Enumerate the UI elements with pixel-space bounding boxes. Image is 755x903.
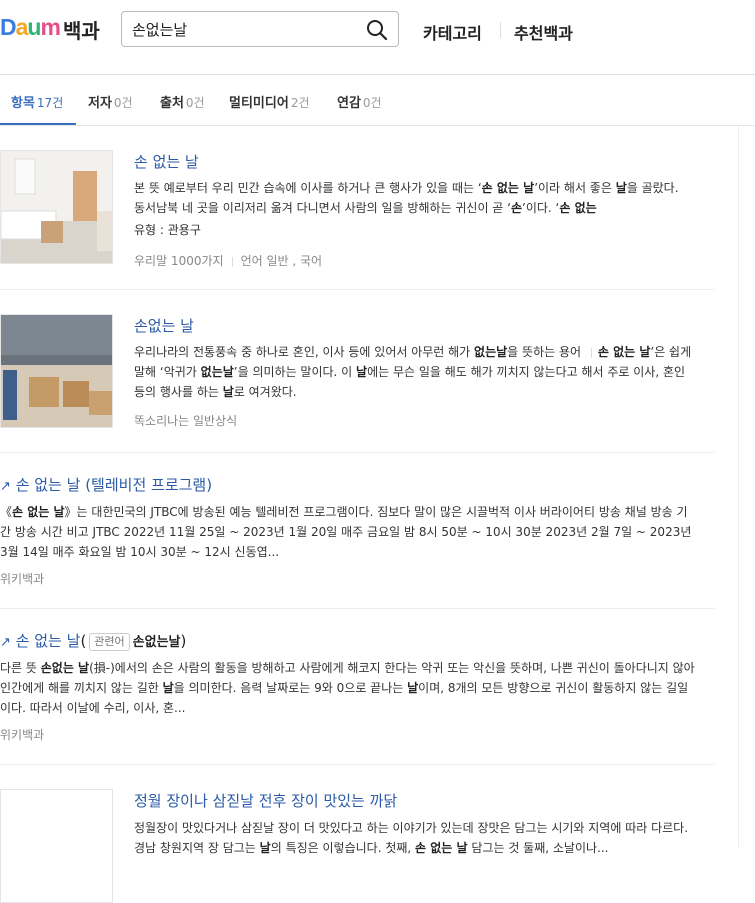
source-link[interactable]: 똑소리나는 일반상식 (134, 414, 237, 428)
desc-text: 의 특징은 이렇습니다. 첫째, (270, 841, 416, 855)
result-meta: 위키백과 (0, 570, 44, 587)
tab-count: 17건 (36, 96, 64, 110)
tab-authors[interactable]: 저자 0건 (88, 92, 133, 111)
result-item: 정월 장이나 삼짇날 전후 장이 맛있는 까닭 정월장이 맛있다거나 삼짇날 장… (0, 764, 715, 903)
nav-category[interactable]: 카테고리 (423, 20, 482, 44)
desc-highlight: 손 (510, 201, 523, 215)
result-title-link[interactable]: ↗ 손 없는 날(관련어 손없는날) (0, 630, 186, 651)
desc-text: 다른 뜻 (0, 661, 41, 675)
desc-highlight: 날 (162, 681, 174, 695)
result-title: 손 없는 날 (15, 632, 81, 650)
search-icon[interactable] (366, 19, 388, 41)
daum-logo[interactable]: Daum (0, 14, 61, 41)
category-link[interactable]: 언어 일반 , 국어 (241, 254, 323, 268)
nav-divider (500, 22, 501, 38)
desc-highlight: 손 없는 날 (12, 505, 65, 519)
desc-text: 로 여겨왔다. (233, 385, 297, 399)
desc-highlight: 손 없는 날 (481, 181, 535, 195)
external-link-icon: ↗ (0, 635, 11, 650)
result-title-link[interactable]: ↗ 손 없는 날 (텔레비전 프로그램) (0, 474, 212, 495)
tab-label: 멀티미디어 (229, 96, 289, 111)
result-title[interactable]: 손 없는 날 (134, 151, 199, 172)
related-badge: 관련어 (89, 633, 130, 651)
source-link[interactable]: 위키백과 (0, 728, 44, 742)
desc-text: 을 의미한다. 음력 날짜로는 9와 0으로 끝나는 (173, 681, 408, 695)
result-meta: 우리말 1000가지 언어 일반 , 국어 (134, 252, 322, 269)
tab-label: 저자 (88, 96, 112, 111)
meta-divider (231, 256, 233, 267)
result-type: 유형 : 관용구 (134, 223, 201, 237)
result-item: ↗ 손 없는 날 (텔레비전 프로그램) 《손 없는 날》는 대한민국의 JTB… (0, 452, 715, 609)
source-link[interactable]: 위키백과 (0, 572, 44, 586)
tab-count: 0건 (185, 96, 205, 110)
desc-highlight: 손 없는 (559, 201, 597, 215)
desc-divider (590, 347, 592, 358)
tab-sources[interactable]: 출처 0건 (160, 92, 205, 111)
desc-text: 담그는 것 둘째, 소날이나... (467, 841, 609, 855)
result-title[interactable]: 손없는 날 (134, 315, 194, 336)
result-thumbnail[interactable] (0, 314, 113, 428)
result-item: 손 없는 날 본 뜻 예로부터 우리 민간 습속에 이사를 하거나 큰 행사가 … (0, 126, 715, 290)
moving-boxes-image (1, 315, 112, 427)
side-divider (738, 126, 739, 847)
result-description: 《손 없는 날》는 대한민국의 JTBC에 방송된 예능 텔레비전 프로그램이다… (0, 502, 692, 562)
nav-recommended[interactable]: 추천백과 (514, 20, 573, 44)
result-description: 우리나라의 전통풍속 중 하나로 혼인, 이사 등에 있어서 아무런 해가 없는… (134, 342, 698, 402)
desc-highlight: 날 (222, 385, 234, 399)
tab-label: 출처 (160, 96, 184, 111)
desc-text: 》는 대한민국의 JTBC에 방송된 예능 텔레비전 프로그램이다. 짐보다 말… (0, 505, 692, 559)
tab-items[interactable]: 항목 17건 (11, 92, 63, 111)
result-item: ↗ 손 없는 날(관련어 손없는날) 다른 뜻 손없는 날(損-)에서의 손은 사… (0, 608, 715, 765)
desc-text: ’이다. ‘ (522, 201, 560, 215)
desc-highlight: 손없는 날 (40, 661, 90, 675)
source-link[interactable]: 우리말 1000가지 (134, 254, 224, 268)
tab-count: 2건 (290, 96, 310, 110)
result-thumbnail[interactable] (0, 150, 113, 264)
bedroom-image (1, 151, 112, 263)
desc-highlight: 날 (407, 681, 419, 695)
tab-label: 항목 (11, 96, 35, 111)
result-meta: 똑소리나는 일반상식 (134, 412, 237, 429)
tab-count: 0건 (113, 96, 133, 110)
result-meta: 위키백과 (0, 726, 44, 743)
desc-text: ’을 의미하는 말이다. 이 (233, 365, 357, 379)
result-item: 손없는 날 우리나라의 전통풍속 중 하나로 혼인, 이사 등에 있어서 아무런… (0, 289, 715, 453)
result-title: 손 없는 날 (텔레비전 프로그램) (15, 476, 213, 494)
related-word[interactable]: 손없는날 (133, 635, 181, 650)
top-header: Daum 백과 손없는날 카테고리 추천백과 (0, 0, 755, 75)
active-tab-underline (0, 123, 76, 125)
desc-highlight: 없는날 (200, 365, 234, 379)
desc-text: 을 뜻하는 용어 (507, 345, 585, 359)
desc-text: 《 (0, 505, 13, 519)
desc-highlight: 날 (259, 841, 271, 855)
result-description: 다른 뜻 손없는 날(損-)에서의 손은 사람의 활동을 방해하고 사람에게 해… (0, 658, 697, 718)
result-tabs: 항목 17건 저자 0건 출처 0건 멀티미디어 2건 연감 0건 (0, 75, 755, 126)
desc-highlight: 없는날 (474, 345, 508, 359)
tab-label: 연감 (337, 96, 361, 111)
tab-count: 0건 (362, 96, 382, 110)
result-thumbnail[interactable] (0, 789, 113, 903)
tab-yearbook[interactable]: 연감 0건 (337, 92, 382, 111)
search-box[interactable]: 손없는날 (121, 11, 399, 47)
desc-text: 본 뜻 예로부터 우리 민간 습속에 이사를 하거나 큰 행사가 있을 때는 ‘ (134, 181, 482, 195)
result-title[interactable]: 정월 장이나 삼짇날 전후 장이 맛있는 까닭 (134, 790, 397, 811)
desc-text: ’이라 해서 좋은 (534, 181, 616, 195)
result-description: 정월장이 맛있다거나 삼짇날 장이 더 맛있다고 하는 이야기가 있는데 장맛은… (134, 818, 694, 858)
desc-text: 우리나라의 전통풍속 중 하나로 혼인, 이사 등에 있어서 아무런 해가 (134, 345, 475, 359)
external-link-icon: ↗ (0, 479, 11, 494)
service-name[interactable]: 백과 (63, 15, 100, 44)
tab-multimedia[interactable]: 멀티미디어 2건 (229, 92, 310, 111)
desc-highlight: 날 (615, 181, 627, 195)
desc-highlight: 손 없는 날 (597, 345, 651, 359)
search-input[interactable]: 손없는날 (132, 19, 187, 40)
result-description: 본 뜻 예로부터 우리 민간 습속에 이사를 하거나 큰 행사가 있을 때는 ‘… (134, 178, 690, 218)
desc-highlight: 날 (356, 365, 368, 379)
desc-highlight: 손 없는 날 (415, 841, 468, 855)
